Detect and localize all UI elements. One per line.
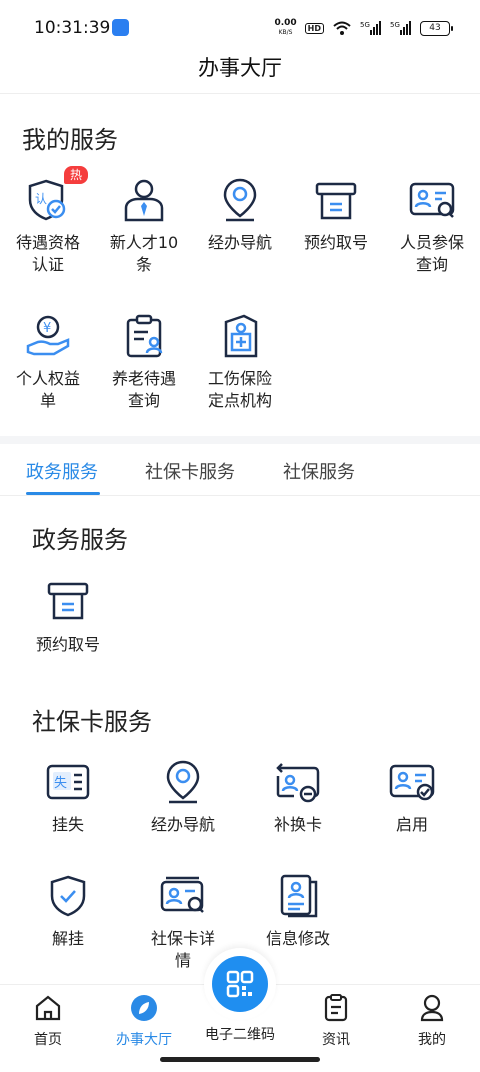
service-经办导航[interactable]: 经办导航 <box>192 176 288 254</box>
hd-icon: HD <box>304 22 324 34</box>
card-service-经办导航[interactable]: 经办导航 <box>135 758 231 836</box>
service-label: 挂失 <box>51 815 84 834</box>
qr-code-icon <box>226 970 254 998</box>
ticket-machine-icon <box>315 182 357 220</box>
ticket-machine-icon <box>47 582 89 620</box>
location-pin-icon <box>166 760 200 804</box>
status-time: 10:31:39 <box>34 18 111 38</box>
card-service-补换卡[interactable]: 补换卡 <box>250 758 346 836</box>
service-label: 预约取号 <box>35 635 100 654</box>
location-pin-icon <box>223 178 257 222</box>
service-label: 补换卡 <box>273 815 322 834</box>
gov-service-预约取号[interactable]: 预约取号 <box>20 578 116 656</box>
service-label: 经办导航 <box>150 815 215 834</box>
service-label: 信息修改 <box>265 929 330 948</box>
service-tabs: 政务服务 社保卡服务 社保服务 <box>0 444 480 496</box>
wifi-icon <box>333 21 351 35</box>
svg-text:5G: 5G <box>360 21 370 29</box>
page-title: 办事大厅 <box>0 42 480 94</box>
service-label: 解挂 <box>51 929 84 948</box>
service-新人才10条[interactable]: 新人才10条 <box>96 176 192 276</box>
service-label: 新人才10条 <box>109 233 179 274</box>
service-待遇资格认证[interactable]: 认 热 待遇资格认证 <box>0 166 96 276</box>
home-indicator <box>160 1057 320 1062</box>
home-icon <box>35 995 61 1021</box>
nav-news[interactable]: 资讯 <box>288 993 384 1049</box>
card-service-挂失[interactable]: 失 挂失 <box>20 758 116 836</box>
service-label: 个人权益单 <box>15 369 80 410</box>
hand-coin-icon: ¥ <box>26 315 70 356</box>
clipboard-person-icon <box>126 314 163 358</box>
service-预约取号[interactable]: 预约取号 <box>288 176 384 254</box>
tab-社保卡服务[interactable]: 社保卡服务 <box>145 458 235 484</box>
document-edit-icon <box>280 874 318 918</box>
net-speed: 0.00 KB/S <box>274 18 297 37</box>
service-label: 养老待遇查询 <box>111 369 176 410</box>
signal-icon: 5G <box>390 21 411 35</box>
shield-check-icon <box>50 875 86 917</box>
nav-qr-code-label: 电子二维码 <box>205 1027 275 1043</box>
service-label: 经办导航 <box>207 233 272 252</box>
service-养老待遇查询[interactable]: 养老待遇查询 <box>96 312 192 412</box>
profile-icon <box>420 994 444 1022</box>
battery-icon: 43 <box>420 20 453 36</box>
service-label: 预约取号 <box>303 233 368 252</box>
card-service-解挂[interactable]: 解挂 <box>20 872 116 950</box>
card-service-启用[interactable]: 启用 <box>364 758 460 836</box>
card-activate-icon <box>389 764 435 801</box>
card-service-信息修改[interactable]: 信息修改 <box>250 872 346 950</box>
tab-社保服务[interactable]: 社保服务 <box>283 458 355 484</box>
service-label: 工伤保险定点机构 <box>207 369 272 410</box>
id-card-search-icon <box>409 182 455 218</box>
service-label: 社保卡详情 <box>150 929 215 970</box>
tab-政务服务[interactable]: 政务服务 <box>26 458 98 484</box>
card-search-icon <box>160 876 204 913</box>
app-notification-icon <box>112 19 129 36</box>
svg-text:认: 认 <box>35 192 47 206</box>
svg-text:¥: ¥ <box>43 321 51 336</box>
service-label: 启用 <box>395 815 428 834</box>
tab-active-indicator <box>26 492 100 495</box>
service-label: 待遇资格认证 <box>15 233 80 274</box>
hot-badge: 热 <box>63 166 88 184</box>
nav-home[interactable]: 首页 <box>0 993 96 1049</box>
service-人员参保查询[interactable]: 人员参保查询 <box>384 176 480 276</box>
nav-qr-code-button[interactable] <box>212 956 268 1012</box>
service-工伤保险定点机构[interactable]: 工伤保险定点机构 <box>192 312 288 412</box>
card-replace-icon <box>276 763 320 803</box>
news-icon <box>324 994 348 1022</box>
card-lost-icon: 失 <box>46 764 90 800</box>
svg-text:失: 失 <box>54 776 67 791</box>
nav-hall[interactable]: 办事大厅 <box>96 993 192 1049</box>
person-icon <box>124 179 164 222</box>
gov-services-heading: 政务服务 <box>32 526 128 554</box>
nav-profile[interactable]: 我的 <box>384 993 480 1049</box>
section-divider <box>0 436 480 444</box>
hospital-doc-icon <box>224 314 258 358</box>
signal-icon: 5G <box>360 21 381 35</box>
my-services-heading: 我的服务 <box>22 126 118 154</box>
service-label: 人员参保查询 <box>399 233 464 274</box>
compass-icon <box>131 995 157 1021</box>
service-个人权益单[interactable]: ¥ 个人权益单 <box>0 312 96 412</box>
card-services-heading: 社保卡服务 <box>32 708 152 736</box>
svg-text:5G: 5G <box>390 21 400 29</box>
